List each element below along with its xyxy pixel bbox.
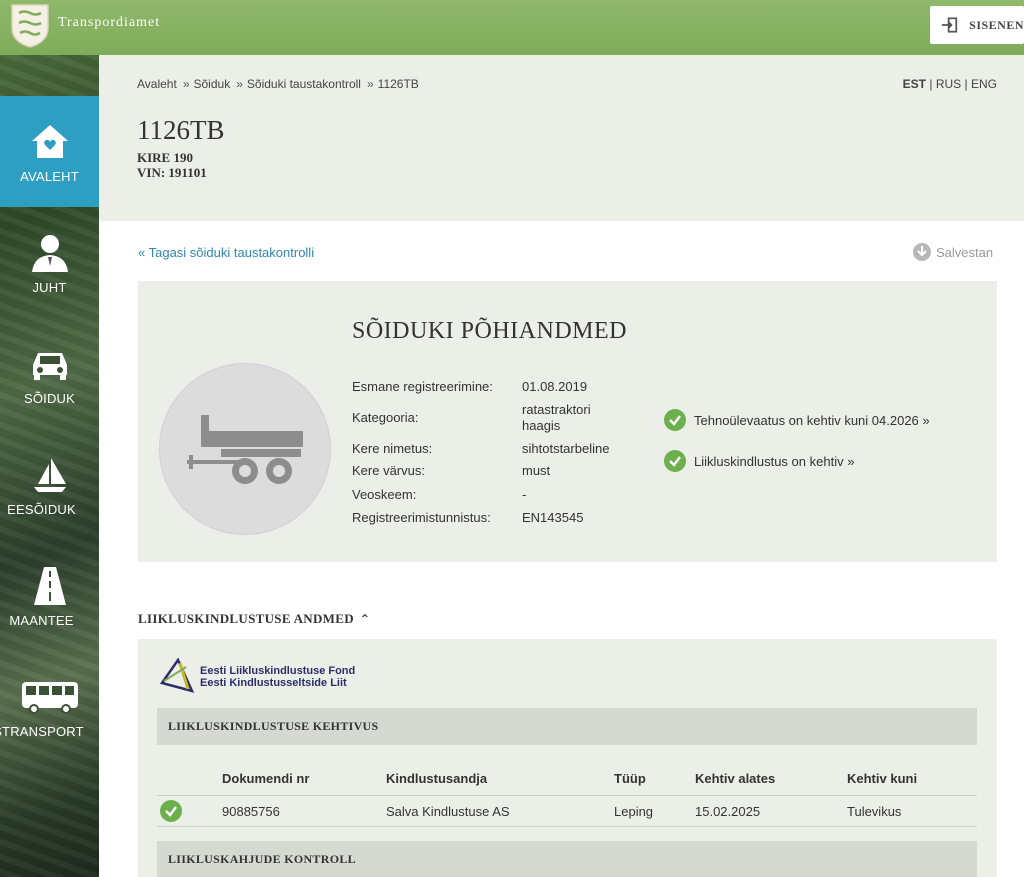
trailer-image: [157, 361, 333, 537]
breadcrumb-item-home[interactable]: Avaleht: [137, 77, 177, 91]
lang-rus[interactable]: RUS: [936, 77, 961, 91]
column-header: Kehtiv kuni: [847, 771, 918, 786]
login-button[interactable]: SISENEN: [930, 6, 1024, 44]
lang-est[interactable]: EST: [903, 77, 926, 91]
breadcrumb-item-background-check[interactable]: Sõiduki taustakontroll: [247, 77, 361, 91]
download-icon: [913, 243, 931, 261]
sidebar-item-label: SÕIDUK: [23, 391, 76, 406]
divider: [157, 826, 977, 827]
divider: [157, 795, 977, 796]
sidebar-item-label: EESÕIDUK: [7, 502, 76, 517]
insurance-status-text: Liikluskindlustus on kehtiv »: [694, 453, 855, 469]
field-label: Kategooria:: [352, 410, 419, 425]
column-header: Dokumendi nr: [222, 771, 310, 786]
breadcrumb: Avaleht» Sõiduk» Sõiduki taustakontroll» 11…: [137, 77, 423, 91]
bus-icon: [21, 682, 78, 714]
insurance-panel: Eesti Liikluskindlustuse Fond Eesti Kind…: [138, 639, 997, 877]
sailboat-icon: [33, 458, 66, 492]
fund-logo-icon: [159, 657, 195, 693]
field-value: ratastraktori haagis: [522, 402, 591, 433]
basic-data-title: SÕIDUKI PÕHIANDMED: [352, 318, 627, 344]
save-label: Salvestan: [936, 244, 994, 260]
lang-eng[interactable]: ENG: [971, 77, 997, 91]
check-circle-icon: [664, 409, 686, 431]
check-circle-icon: [160, 800, 182, 822]
sidebar-item-label: JUHT: [32, 280, 67, 295]
inspection-status-text: Tehnoülevaatus on kehtiv kuni 04.2026 »: [694, 412, 930, 428]
field-value: -: [522, 487, 527, 502]
field-label: Kere nimetus:: [352, 441, 433, 456]
page-header: Avaleht» Sõiduk» Sõiduki taustakontroll» 11…: [99, 55, 1024, 221]
sidebar-item-label: MAANTEE: [9, 613, 74, 628]
vehicle-make-model: KIRE 190: [137, 150, 193, 165]
column-header: Tüüp: [614, 771, 646, 786]
lang-divider: |: [964, 77, 968, 91]
breadcrumb-separator: »: [182, 77, 190, 91]
person-icon: [31, 235, 68, 272]
back-link[interactable]: « Tagasi sõiduki taustakontrolli: [138, 245, 314, 260]
table-cell-valid-until: Tulevikus: [847, 804, 902, 819]
vehicle-basic-data-panel: SÕIDUKI PÕHIANDMED Esmane registreerimin…: [138, 281, 997, 562]
breadcrumb-item-vehicle[interactable]: Sõiduk: [194, 77, 231, 91]
login-icon: [941, 17, 958, 33]
brand-name[interactable]: Transpordiamet: [58, 15, 160, 31]
sidebar-item-maantee[interactable]: MAANTEE: [0, 540, 99, 651]
field-value: sihtotstarbeline: [522, 441, 610, 456]
car-icon: [32, 353, 67, 380]
insurance-section-toggle[interactable]: LIIKLUSKINDLUSTUSE ANDMED ⌃: [138, 611, 370, 627]
save-button[interactable]: Salvestan: [912, 242, 993, 262]
road-icon: [33, 567, 66, 605]
inspection-status-link[interactable]: Tehnoülevaatus on kehtiv kuni 04.2026 »: [664, 409, 930, 431]
trailer-icon: [187, 415, 303, 484]
column-header: Kindlustusandja: [386, 771, 488, 786]
table-cell-valid-from: 15.02.2025: [695, 804, 761, 819]
field-label: Registreerimistunnistus:: [352, 510, 491, 525]
lang-divider: |: [929, 77, 933, 91]
sidebar-item-veesoiduk[interactable]: EESÕIDUK: [0, 429, 99, 540]
page-title: 1126TB: [137, 115, 225, 145]
coat-of-arms-logo[interactable]: [8, 2, 52, 48]
sidebar-item-avaleht[interactable]: AVALEHT: [0, 96, 99, 207]
insurance-status-link[interactable]: Liikluskindlustus on kehtiv »: [664, 450, 854, 472]
sidebar-item-juht[interactable]: JUHT: [0, 207, 99, 318]
vehicle-vin: VIN: 191101: [137, 165, 207, 180]
field-value: EN143545: [522, 510, 584, 525]
sidebar-item-label: STRANSPORT: [0, 724, 84, 739]
table-cell-document-nr: 90885756: [222, 804, 280, 819]
sidebar-item-label: AVALEHT: [20, 169, 79, 184]
table-cell-insurer: Salva Kindlustuse AS: [386, 804, 510, 819]
table-cell-type: Leping: [614, 804, 654, 819]
breadcrumb-item-current: 1126TB: [377, 77, 419, 91]
chevron-up-icon: ⌃: [359, 611, 371, 626]
language-switcher: EST | RUS | ENG: [903, 77, 997, 91]
damage-control-header: LIIKLUSKAHJUDE KONTROLL: [157, 841, 977, 877]
breadcrumb-separator: »: [236, 77, 243, 91]
association-name: Eesti Kindlustusseltside Liit: [200, 677, 347, 689]
login-label: SISENEN: [969, 17, 1024, 32]
field-label: Esmane registreerimine:: [352, 379, 493, 394]
field-value: 01.08.2019: [522, 379, 588, 394]
fund-name: Eesti Liikluskindlustuse Fond: [200, 665, 356, 677]
top-bar: Transpordiamet SISENEN: [0, 0, 1024, 55]
sidebar: AVALEHT JUHT SÕIDUK EESÕIDUK MAANTEE STR…: [0, 55, 99, 877]
sidebar-item-soiduk[interactable]: SÕIDUK: [0, 318, 99, 429]
insurance-validity-header: LIIKLUSKINDLUSTUSE KEHTIVUS: [157, 708, 977, 745]
house-icon: [31, 125, 68, 158]
breadcrumb-separator: »: [366, 77, 374, 91]
field-label: Veoskeem:: [352, 487, 417, 502]
field-value: must: [522, 463, 551, 478]
insurance-section-title: LIIKLUSKINDLUSTUSE ANDMED: [138, 611, 354, 626]
sidebar-item-uhistransport[interactable]: STRANSPORT: [0, 651, 99, 762]
column-header: Kehtiv alates: [695, 771, 776, 786]
check-circle-icon: [664, 450, 686, 472]
field-label: Kere värvus:: [352, 463, 425, 478]
insurance-fund-logo: Eesti Liikluskindlustuse Fond Eesti Kind…: [158, 657, 358, 697]
